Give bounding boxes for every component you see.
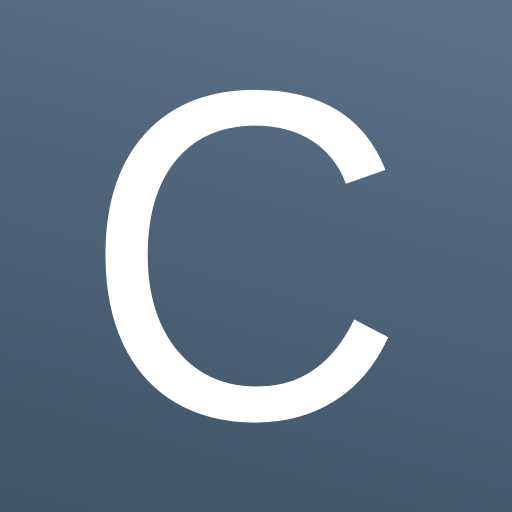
app-icon-letter: C bbox=[82, 0, 406, 512]
app-icon-tile[interactable]: C bbox=[0, 0, 512, 512]
